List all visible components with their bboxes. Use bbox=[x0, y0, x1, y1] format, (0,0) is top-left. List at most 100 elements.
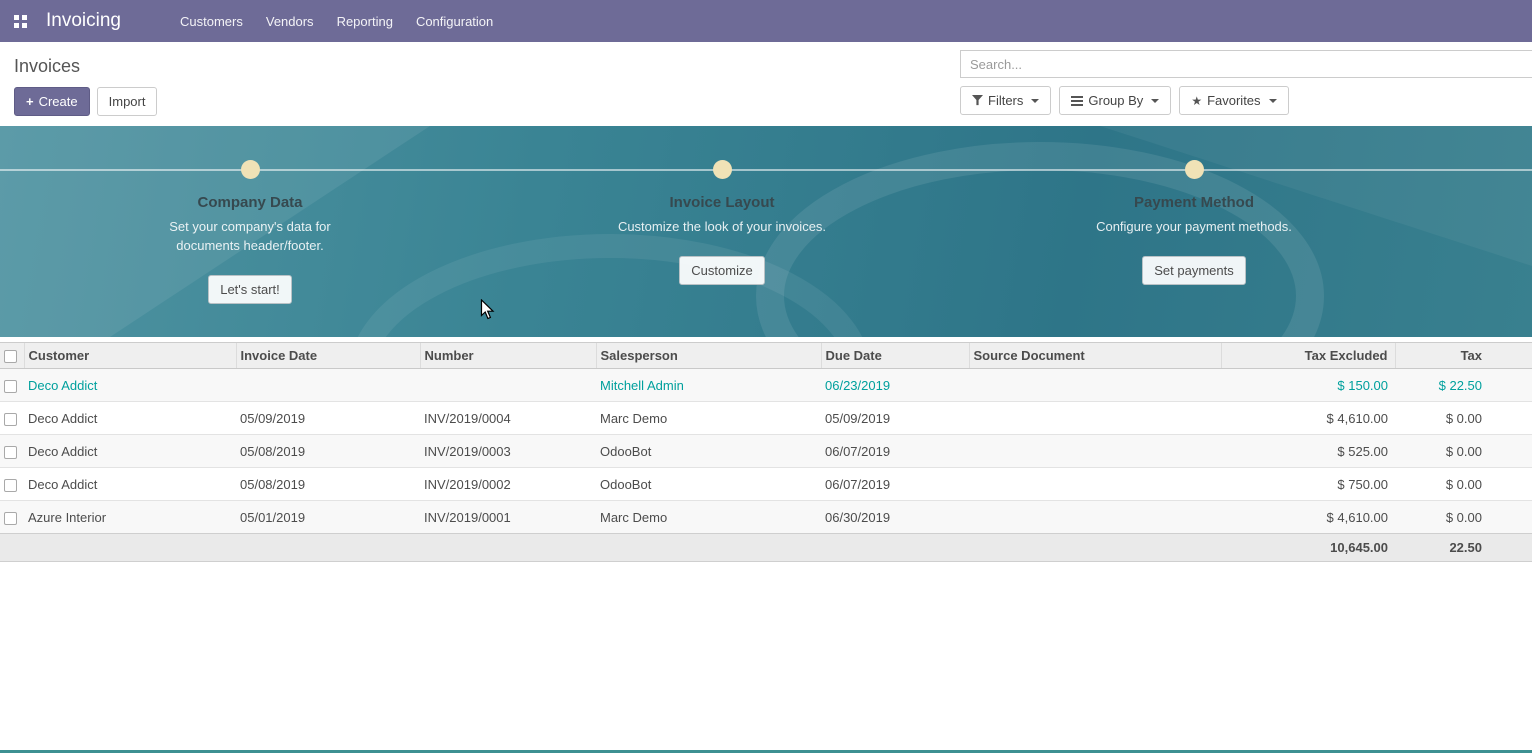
cell-number: INV/2019/0001 bbox=[420, 501, 596, 534]
cell-tax-excluded: $ 150.00 bbox=[1221, 369, 1395, 402]
favorites-button-label: Favorites bbox=[1207, 92, 1260, 109]
cell-customer: Deco Addict bbox=[24, 468, 236, 501]
cell-source-document bbox=[969, 402, 1221, 435]
plus-icon: + bbox=[26, 93, 34, 110]
row-checkbox[interactable] bbox=[4, 413, 17, 426]
column-header-tax[interactable]: Tax bbox=[1395, 343, 1532, 369]
cell-customer: Deco Addict bbox=[24, 435, 236, 468]
step-description: Set your company's data for documents he… bbox=[137, 217, 363, 255]
cell-tax-excluded: $ 4,610.00 bbox=[1221, 501, 1395, 534]
create-button[interactable]: + Create bbox=[14, 87, 90, 116]
cell-due-date: 05/09/2019 bbox=[821, 402, 969, 435]
menu-item-configuration[interactable]: Configuration bbox=[414, 10, 495, 33]
step-title: Payment Method bbox=[1034, 194, 1354, 211]
navbar-menus: Customers Vendors Reporting Configuratio… bbox=[178, 10, 495, 33]
group-by-icon bbox=[1071, 96, 1083, 106]
step-description: Customize the look of your invoices. bbox=[609, 217, 835, 236]
caret-down-icon bbox=[1031, 99, 1039, 103]
row-checkbox[interactable] bbox=[4, 479, 17, 492]
control-panel: Invoices + Create Import Filters Group B… bbox=[0, 42, 1532, 126]
cell-source-document bbox=[969, 369, 1221, 402]
customize-button[interactable]: Customize bbox=[679, 256, 764, 285]
cell-tax-excluded: $ 525.00 bbox=[1221, 435, 1395, 468]
search-input[interactable] bbox=[960, 50, 1532, 78]
cell-customer: Deco Addict bbox=[24, 402, 236, 435]
table-header-row: Customer Invoice Date Number Salesperson… bbox=[0, 343, 1532, 369]
set-payments-button[interactable]: Set payments bbox=[1142, 256, 1246, 285]
cell-invoice-date: 05/08/2019 bbox=[236, 468, 420, 501]
cell-tax-excluded: $ 4,610.00 bbox=[1221, 402, 1395, 435]
cell-salesperson: Marc Demo bbox=[596, 501, 821, 534]
cell-tax: $ 0.00 bbox=[1395, 501, 1532, 534]
filters-button[interactable]: Filters bbox=[960, 86, 1051, 115]
step-dot bbox=[241, 160, 260, 179]
table-row[interactable]: Azure Interior 05/01/2019 INV/2019/0001 … bbox=[0, 501, 1532, 534]
cell-number bbox=[420, 369, 596, 402]
table-row[interactable]: Deco Addict 05/08/2019 INV/2019/0003 Odo… bbox=[0, 435, 1532, 468]
cell-tax: $ 0.00 bbox=[1395, 402, 1532, 435]
row-checkbox[interactable] bbox=[4, 446, 17, 459]
group-by-button-label: Group By bbox=[1088, 92, 1143, 109]
filter-icon bbox=[972, 95, 983, 106]
column-header-due-date[interactable]: Due Date bbox=[821, 343, 969, 369]
import-button[interactable]: Import bbox=[97, 87, 158, 116]
cell-source-document bbox=[969, 435, 1221, 468]
cell-customer: Deco Addict bbox=[24, 369, 236, 402]
table-row[interactable]: Deco Addict 05/09/2019 INV/2019/0004 Mar… bbox=[0, 402, 1532, 435]
menu-item-vendors[interactable]: Vendors bbox=[264, 10, 316, 33]
total-tax-excluded: 10,645.00 bbox=[1221, 534, 1395, 562]
column-header-customer[interactable]: Customer bbox=[24, 343, 236, 369]
invoices-table: Customer Invoice Date Number Salesperson… bbox=[0, 342, 1532, 562]
step-title: Company Data bbox=[90, 194, 410, 211]
cell-customer: Azure Interior bbox=[24, 501, 236, 534]
select-all-checkbox[interactable] bbox=[4, 350, 17, 363]
cell-salesperson: OdooBot bbox=[596, 435, 821, 468]
cell-number: INV/2019/0004 bbox=[420, 402, 596, 435]
cell-salesperson: Mitchell Admin bbox=[596, 369, 821, 402]
row-select-cell bbox=[0, 468, 24, 501]
step-description: Configure your payment methods. bbox=[1081, 217, 1307, 236]
cell-number: INV/2019/0003 bbox=[420, 435, 596, 468]
lets-start-button[interactable]: Let's start! bbox=[208, 275, 292, 304]
group-by-button[interactable]: Group By bbox=[1059, 86, 1171, 115]
row-select-cell bbox=[0, 402, 24, 435]
cell-tax: $ 0.00 bbox=[1395, 468, 1532, 501]
table-totals-row: 10,645.00 22.50 bbox=[0, 534, 1532, 562]
total-tax: 22.50 bbox=[1395, 534, 1532, 562]
cell-tax: $ 0.00 bbox=[1395, 435, 1532, 468]
select-all-cell bbox=[0, 343, 24, 369]
column-header-salesperson[interactable]: Salesperson bbox=[596, 343, 821, 369]
onboarding-banner: Company Data Set your company's data for… bbox=[0, 126, 1532, 337]
cell-number: INV/2019/0002 bbox=[420, 468, 596, 501]
table-row[interactable]: Deco Addict 05/08/2019 INV/2019/0002 Odo… bbox=[0, 468, 1532, 501]
cell-source-document bbox=[969, 501, 1221, 534]
onboarding-step-payment-method: Payment Method Configure your payment me… bbox=[1034, 160, 1354, 285]
menu-item-reporting[interactable]: Reporting bbox=[335, 10, 395, 33]
table-row[interactable]: Deco Addict Mitchell Admin 06/23/2019 $ … bbox=[0, 369, 1532, 402]
column-header-invoice-date[interactable]: Invoice Date bbox=[236, 343, 420, 369]
cell-tax-excluded: $ 750.00 bbox=[1221, 468, 1395, 501]
row-select-cell bbox=[0, 501, 24, 534]
cell-tax: $ 22.50 bbox=[1395, 369, 1532, 402]
cell-invoice-date: 05/01/2019 bbox=[236, 501, 420, 534]
breadcrumb-invoices: Invoices bbox=[14, 56, 157, 77]
cell-invoice-date: 05/09/2019 bbox=[236, 402, 420, 435]
favorites-button[interactable]: ★ Favorites bbox=[1179, 86, 1288, 115]
column-header-source-document[interactable]: Source Document bbox=[969, 343, 1221, 369]
row-checkbox[interactable] bbox=[4, 380, 17, 393]
menu-item-customers[interactable]: Customers bbox=[178, 10, 245, 33]
column-header-number[interactable]: Number bbox=[420, 343, 596, 369]
onboarding-step-invoice-layout: Invoice Layout Customize the look of you… bbox=[562, 160, 882, 285]
cell-due-date: 06/07/2019 bbox=[821, 435, 969, 468]
cell-due-date: 06/23/2019 bbox=[821, 369, 969, 402]
top-navbar: Invoicing Customers Vendors Reporting Co… bbox=[0, 0, 1532, 42]
app-name[interactable]: Invoicing bbox=[46, 10, 121, 32]
step-dot bbox=[713, 160, 732, 179]
cell-due-date: 06/07/2019 bbox=[821, 468, 969, 501]
apps-grid-icon[interactable] bbox=[8, 9, 32, 33]
column-header-tax-excluded[interactable]: Tax Excluded bbox=[1221, 343, 1395, 369]
onboarding-step-company-data: Company Data Set your company's data for… bbox=[90, 160, 410, 304]
row-checkbox[interactable] bbox=[4, 512, 17, 525]
import-button-label: Import bbox=[109, 93, 146, 110]
cell-invoice-date bbox=[236, 369, 420, 402]
